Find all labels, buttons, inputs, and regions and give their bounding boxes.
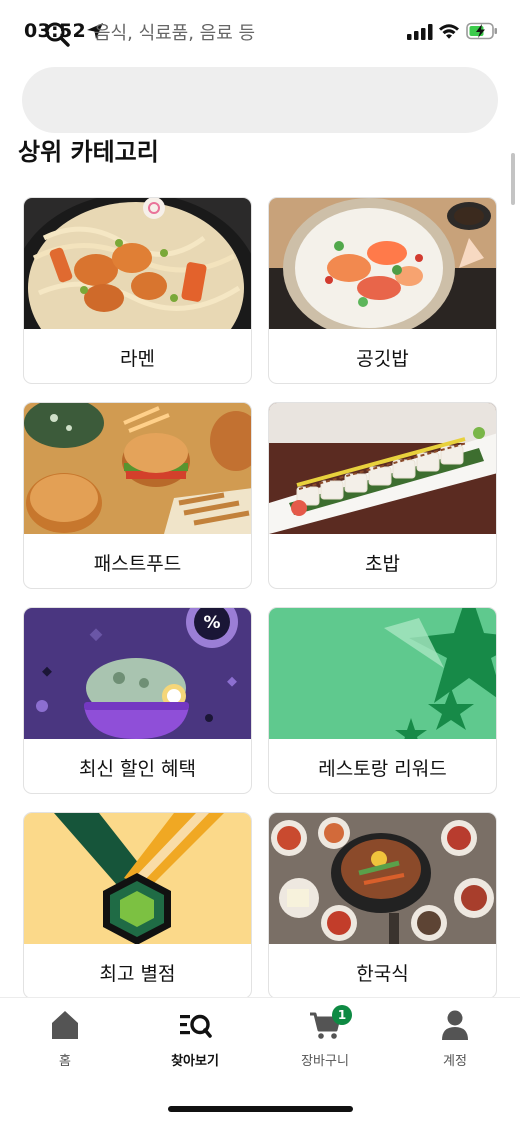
cart-badge: 1 — [332, 1005, 352, 1025]
home-icon — [52, 1011, 78, 1039]
nav-account[interactable]: 계정 — [400, 1008, 510, 1078]
category-card-rice-bowl[interactable]: 공깃밥 — [268, 197, 497, 384]
category-label: 패스트푸드 — [93, 552, 182, 575]
sushi-image — [269, 403, 496, 534]
browse-icon — [180, 1014, 212, 1038]
scroll-indicator[interactable] — [511, 153, 515, 205]
category-card-discounts[interactable]: % 최신 할인 혜택 — [23, 607, 252, 794]
category-card-fast-food[interactable]: 패스트푸드 — [23, 402, 252, 589]
home-indicator — [168, 1106, 353, 1112]
category-label: 레스토랑 리워드 — [318, 757, 447, 780]
category-label: 최신 할인 혜택 — [79, 757, 196, 780]
nav-browse-label: 찾아보기 — [171, 1054, 219, 1069]
nav-account-label: 계정 — [443, 1054, 467, 1069]
category-card-rewards[interactable]: 레스토랑 리워드 — [268, 607, 497, 794]
search-input[interactable] — [94, 18, 454, 48]
category-label: 최고 별점 — [99, 962, 176, 985]
korean-food-image — [269, 813, 496, 944]
svg-text:%: % — [203, 613, 220, 633]
category-label: 한국식 — [356, 962, 409, 985]
section-title-container: 상위 카테고리 — [0, 138, 520, 168]
ramen-image — [24, 198, 251, 329]
battery-charging-icon — [466, 22, 497, 40]
category-label: 초밥 — [365, 552, 400, 575]
category-label: 라멘 — [120, 347, 155, 370]
category-card-ramen[interactable]: 라멘 — [23, 197, 252, 384]
top-rated-image — [24, 813, 251, 944]
section-title: 상위 카테고리 — [18, 138, 159, 166]
rewards-image — [269, 608, 496, 739]
rice-bowl-image — [269, 198, 496, 329]
category-card-sushi[interactable]: 초밥 — [268, 402, 497, 589]
nav-browse[interactable]: 찾아보기 — [140, 1008, 250, 1078]
discount-image: % — [24, 608, 251, 739]
category-card-top-rated[interactable]: 최고 별점 — [23, 812, 252, 999]
category-label: 공깃밥 — [356, 347, 409, 370]
nav-cart-label: 장바구니 — [301, 1054, 349, 1069]
nav-home-label: 홈 — [59, 1054, 71, 1069]
category-card-korean[interactable]: 한국식 — [268, 812, 497, 999]
account-icon — [442, 1010, 468, 1040]
fast-food-image — [24, 403, 251, 534]
nav-cart[interactable]: 1 장바구니 — [270, 1005, 380, 1078]
search-icon[interactable] — [44, 21, 70, 47]
nav-home[interactable]: 홈 — [10, 1008, 120, 1078]
search-bar[interactable] — [22, 67, 498, 133]
